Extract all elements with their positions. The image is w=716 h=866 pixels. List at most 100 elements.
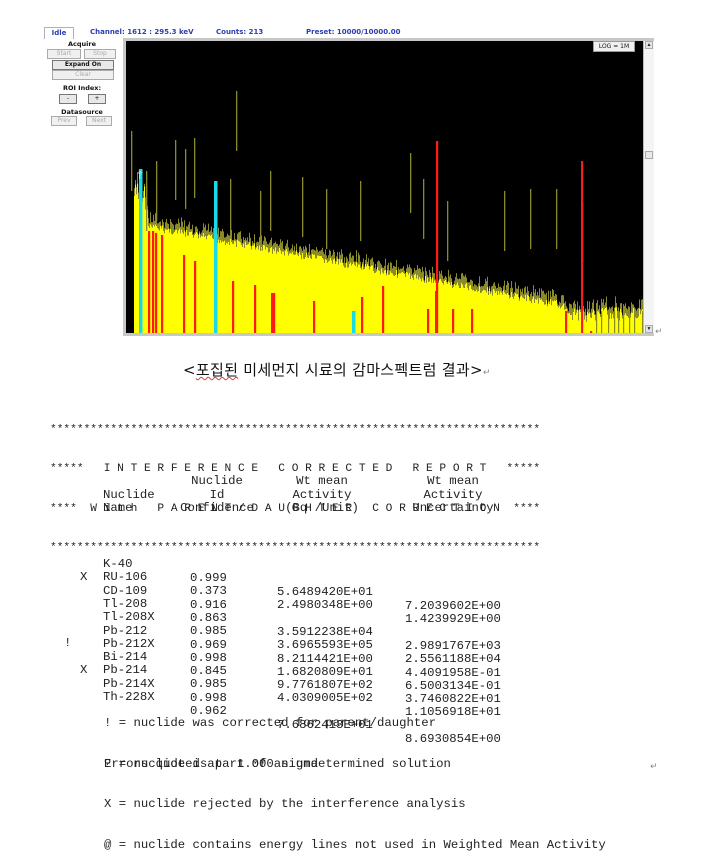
spectrum-channel-bar	[376, 271, 378, 333]
spectrum-channel-bar	[377, 266, 379, 333]
scroll-down-icon[interactable]: ▼	[645, 325, 653, 333]
log-scale-label[interactable]: LOG = 1M	[593, 41, 635, 52]
spectrum-noise	[441, 270, 442, 282]
spectrum-channel-bar	[276, 253, 278, 333]
spectrum-channel-bar	[506, 294, 508, 333]
spectrum-noise	[532, 296, 533, 299]
spectrum-noise	[288, 247, 289, 256]
scroll-up-icon[interactable]: ▲	[645, 41, 653, 49]
spectrum-noise	[292, 244, 293, 252]
vertical-scrollbar[interactable]: ▲ ▼	[643, 41, 654, 333]
spectrum-channel-bar	[270, 247, 272, 333]
spectrum-peak	[175, 140, 177, 200]
spectrum-channel-bar	[325, 258, 327, 333]
spectrum-noise	[514, 291, 515, 297]
spectrum-noise	[586, 315, 587, 322]
spectrum-channel-bar	[295, 254, 297, 333]
spectrum-channel-bar	[294, 254, 296, 333]
spectrum-noise	[171, 221, 172, 234]
spectrum-channel-bar	[509, 298, 511, 333]
spectrum-peak	[360, 181, 362, 241]
spectrum-noise	[388, 262, 389, 275]
spectrum-noise	[411, 268, 412, 276]
spectrum-noise	[536, 295, 537, 300]
spectrum-noise	[382, 267, 383, 273]
spectrum-noise	[163, 222, 164, 231]
spectrum-noise	[323, 252, 324, 260]
spectrum-channel-bar	[598, 311, 600, 333]
spectrum-channel-bar	[613, 318, 615, 333]
spectrum-channel-bar	[228, 241, 230, 333]
spectrum-channel-bar	[611, 318, 613, 333]
spectrum-noise	[509, 295, 510, 299]
spectrum-channel-bar	[460, 288, 462, 333]
spectrum-channel-bar	[605, 307, 607, 333]
spectrum-noise	[384, 265, 385, 271]
spectrum-channel-bar	[299, 251, 301, 333]
spectrum-noise	[574, 300, 575, 309]
spectrum-noise	[397, 274, 398, 278]
spectrum-channel-bar	[277, 251, 279, 333]
spectrum-channel-bar	[505, 293, 507, 333]
spectrum-noise	[529, 297, 530, 301]
roi-next-button[interactable]: +	[88, 94, 106, 104]
spectrum-noise	[395, 266, 396, 275]
spectrum-channel-bar	[333, 259, 335, 333]
header-confidence: Nuclide Id Confidence	[172, 474, 262, 515]
spectrum-noise	[432, 266, 433, 278]
spectrum-noise	[150, 212, 151, 225]
spectrum-noise	[516, 288, 517, 295]
spectrum-noise	[552, 289, 553, 301]
spectrum-channel-bar	[166, 229, 168, 333]
spectrum-channel-bar	[411, 275, 413, 333]
stop-button[interactable]: Stop	[84, 49, 116, 59]
spectrum-channel-bar	[211, 234, 213, 333]
channel-cursor-icon[interactable]: Ť	[136, 171, 143, 182]
roi-previous-button[interactable]: -	[59, 94, 77, 104]
row-name: CD-109	[103, 583, 148, 598]
spectrum-noise	[573, 302, 574, 312]
spectrum-channel-bar	[318, 255, 320, 333]
spectrum-channel-bar	[514, 296, 516, 333]
spectrum-channel-bar	[134, 195, 136, 333]
spectrum-noise	[324, 254, 325, 263]
legend-item: X = nuclide rejected by the interference…	[104, 797, 466, 811]
spectrum-noise	[425, 267, 426, 276]
spectrum-noise	[389, 270, 390, 275]
spectrum-peak	[326, 189, 328, 249]
datasource-next-button[interactable]: Next	[86, 116, 112, 126]
spectrum-channel-bar	[516, 294, 518, 333]
spectrum-noise	[456, 273, 457, 285]
spectrum-noise	[344, 257, 345, 268]
spectrum-channel-bar	[159, 230, 161, 333]
header-uncertainty-line: Wt mean	[427, 474, 479, 488]
spectrum-noise	[527, 286, 528, 295]
spectrum-channel-bar	[398, 273, 400, 333]
spectrum-channel-bar	[236, 246, 238, 333]
spectrum-channel-bar	[408, 274, 410, 333]
table-row: Tl-208X 0.985 3.6965593E+05 2.5561188E+0…	[60, 582, 501, 666]
spectrum-channel-bar	[259, 245, 261, 333]
expand-on-button[interactable]: Expand On	[52, 60, 114, 70]
datasource-prev-button[interactable]: Prev	[51, 116, 77, 126]
spectrum-channel-bar	[560, 308, 562, 333]
spectrum-channel-bar	[456, 284, 458, 333]
clear-button[interactable]: Clear	[52, 70, 114, 80]
spectrum-channel-bar	[416, 278, 418, 333]
spectrum-noise	[152, 222, 153, 228]
paragraph-mark-icon: ↵	[655, 327, 663, 337]
spectrum-display[interactable]: Ť	[126, 41, 643, 333]
spectrum-channel-bar	[247, 244, 249, 333]
spectrum-channel-bar	[249, 242, 251, 333]
spectrum-channel-bar	[483, 289, 485, 333]
spectrum-channel-bar	[364, 268, 366, 333]
spectrum-channel-bar	[525, 294, 527, 333]
figure-caption: <포집된 미세먼지 시료의 감마스펙트럼 결과>↵	[183, 359, 491, 380]
scroll-thumb[interactable]	[645, 151, 653, 159]
spectrum-noise	[194, 232, 195, 236]
spectrum-noise	[467, 282, 468, 288]
spectrum-noise	[524, 287, 525, 299]
spectrum-channel-bar	[585, 315, 587, 333]
spectrum-noise	[576, 309, 577, 313]
start-button[interactable]: Start	[47, 49, 81, 59]
